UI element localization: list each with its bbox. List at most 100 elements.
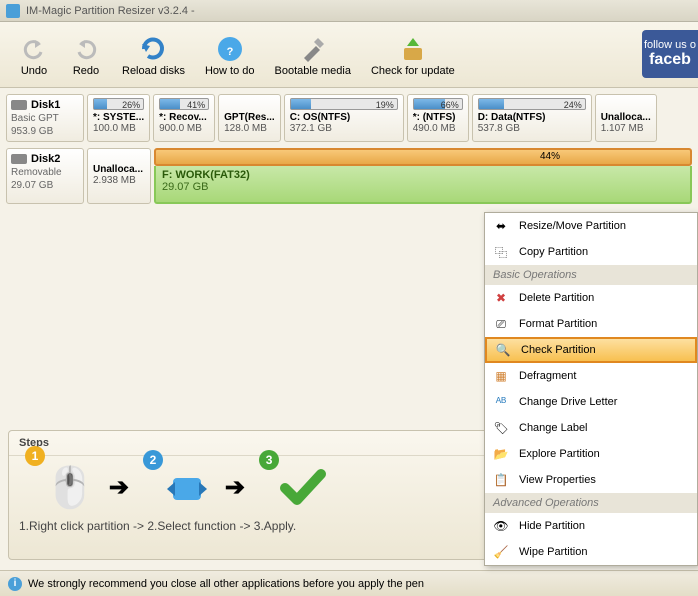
tools-icon bbox=[297, 33, 329, 65]
disk1-size: 953.9 GB bbox=[11, 126, 79, 137]
resize-icon bbox=[163, 468, 211, 508]
partition-box[interactable]: 26%*: SYSTE...100.0 MB bbox=[87, 94, 150, 142]
menu-resize-move[interactable]: ⬌Resize/Move Partition bbox=[485, 213, 697, 239]
disk2-info[interactable]: Disk2 Removable 29.07 GB bbox=[6, 148, 84, 204]
menu-check-partition[interactable]: 🔍Check Partition bbox=[485, 337, 697, 363]
disk1-info[interactable]: Disk1 Basic GPT 953.9 GB bbox=[6, 94, 84, 142]
resize-icon: ⬌ bbox=[493, 218, 509, 234]
disk2-usage-bar: 44% bbox=[154, 148, 692, 166]
help-icon: ? bbox=[214, 33, 246, 65]
disk-icon bbox=[11, 154, 27, 164]
menu-change-drive-letter[interactable]: ᴬᴮChange Drive Letter bbox=[485, 389, 697, 415]
work-label: F: WORK(FAT32) bbox=[162, 169, 684, 181]
redo-button[interactable]: Redo bbox=[60, 29, 112, 81]
menu-view-properties[interactable]: 📋View Properties bbox=[485, 467, 697, 493]
menu-section-advanced: Advanced Operations bbox=[485, 493, 697, 513]
redo-label: Redo bbox=[73, 65, 99, 77]
menu-section-basic: Basic Operations bbox=[485, 265, 697, 285]
facebook-button[interactable]: follow us o faceb bbox=[642, 30, 698, 78]
partition-box[interactable]: 24%D: Data(NTFS)537.8 GB bbox=[472, 94, 592, 142]
arrow-icon: ➔ bbox=[109, 473, 129, 502]
disk1-name: Disk1 bbox=[31, 99, 60, 111]
undo-icon bbox=[18, 33, 50, 65]
work-size: 29.07 GB bbox=[162, 181, 684, 193]
format-icon: ⎚ bbox=[493, 316, 509, 332]
usage-bar: 26% bbox=[93, 98, 144, 110]
disk1-row: Disk1 Basic GPT 953.9 GB 26%*: SYSTE...1… bbox=[6, 94, 692, 142]
menu-copy-partition[interactable]: ⿻Copy Partition bbox=[485, 239, 697, 265]
step-3-badge: 3 bbox=[259, 450, 279, 470]
menu-defragment[interactable]: ▦Defragment bbox=[485, 363, 697, 389]
partition-size: 900.0 MB bbox=[159, 123, 209, 134]
partition-box[interactable]: Unalloca...1.107 MB bbox=[595, 94, 657, 142]
partition-box[interactable]: 41%*: Recov...900.0 MB bbox=[153, 94, 215, 142]
usage-bar: 19% bbox=[290, 98, 398, 110]
partition-label: *: (NTFS) bbox=[413, 112, 463, 123]
partition-box[interactable]: GPT(Res...128.0 MB bbox=[218, 94, 281, 142]
howto-button[interactable]: ? How to do bbox=[195, 29, 265, 81]
pct-label: 26% bbox=[122, 99, 140, 111]
hide-icon: 👁 bbox=[493, 518, 509, 534]
delete-icon: ✖ bbox=[493, 290, 509, 306]
defrag-icon: ▦ bbox=[493, 368, 509, 384]
menu-format-partition[interactable]: ⎚Format Partition bbox=[485, 311, 697, 337]
disk-icon bbox=[11, 100, 27, 110]
partition-size: 372.1 GB bbox=[290, 123, 398, 134]
check-update-button[interactable]: Check for update bbox=[361, 29, 465, 81]
app-icon bbox=[6, 4, 20, 18]
disk2-type: Removable bbox=[11, 167, 79, 178]
disk2-name: Disk2 bbox=[31, 153, 60, 165]
menu-delete-partition[interactable]: ✖Delete Partition bbox=[485, 285, 697, 311]
pct-label: 24% bbox=[564, 99, 582, 111]
unalloc-label: Unalloca... bbox=[93, 164, 145, 175]
partition-size: 128.0 MB bbox=[224, 123, 275, 134]
menu-hide-partition[interactable]: 👁Hide Partition bbox=[485, 513, 697, 539]
menu-explore-partition[interactable]: 📂Explore Partition bbox=[485, 441, 697, 467]
pct-label: 19% bbox=[376, 99, 394, 111]
partition-size: 100.0 MB bbox=[93, 123, 144, 134]
menu-wipe-partition[interactable]: 🧹Wipe Partition bbox=[485, 539, 697, 565]
svg-text:?: ? bbox=[226, 46, 233, 58]
partition-size: 1.107 MB bbox=[601, 123, 651, 134]
step-1-badge: 1 bbox=[25, 446, 45, 466]
partition-size: 537.8 GB bbox=[478, 123, 586, 134]
reload-icon bbox=[137, 33, 169, 65]
partition-box[interactable]: 19%C: OS(NTFS)372.1 GB bbox=[284, 94, 404, 142]
context-menu: ⬌Resize/Move Partition ⿻Copy Partition B… bbox=[484, 212, 698, 566]
bootable-media-button[interactable]: Bootable media bbox=[265, 29, 361, 81]
toolbar: Undo Redo Reload disks ? How to do Boota… bbox=[0, 22, 698, 88]
usage-bar: 41% bbox=[159, 98, 209, 110]
disk2-unalloc[interactable]: Unalloca... 2.938 MB bbox=[87, 148, 151, 204]
partition-label: C: OS(NTFS) bbox=[290, 112, 398, 123]
redo-icon bbox=[70, 33, 102, 65]
disk2-row: Disk2 Removable 29.07 GB Unalloca... 2.9… bbox=[6, 148, 692, 204]
mouse-icon: 🖱️ bbox=[45, 464, 95, 511]
bootable-label: Bootable media bbox=[275, 65, 351, 77]
fb-text: faceb bbox=[649, 51, 691, 69]
info-icon: i bbox=[8, 577, 22, 591]
wipe-icon: 🧹 bbox=[493, 544, 509, 560]
partition-label: *: Recov... bbox=[159, 112, 209, 123]
label-icon: 🏷 bbox=[493, 420, 509, 436]
titlebar: IM-Magic Partition Resizer v3.2.4 - bbox=[0, 0, 698, 22]
app-title: IM-Magic Partition Resizer v3.2.4 - bbox=[26, 5, 195, 17]
disk2-partition-f[interactable]: 44% F: WORK(FAT32) 29.07 GB bbox=[154, 148, 692, 204]
unalloc-size: 2.938 MB bbox=[93, 175, 145, 186]
undo-button[interactable]: Undo bbox=[8, 29, 60, 81]
undo-label: Undo bbox=[21, 65, 47, 77]
fb-follow-text: follow us o bbox=[644, 39, 696, 51]
partition-size: 490.0 MB bbox=[413, 123, 463, 134]
statusbar: i We strongly recommend you close all ot… bbox=[0, 570, 698, 596]
letter-icon: ᴬᴮ bbox=[493, 394, 509, 410]
reload-disks-button[interactable]: Reload disks bbox=[112, 29, 195, 81]
disk1-type: Basic GPT bbox=[11, 113, 79, 124]
reload-label: Reload disks bbox=[122, 65, 185, 77]
partition-box[interactable]: 66%*: (NTFS)490.0 MB bbox=[407, 94, 469, 142]
properties-icon: 📋 bbox=[493, 472, 509, 488]
disk2-size: 29.07 GB bbox=[11, 180, 79, 191]
update-label: Check for update bbox=[371, 65, 455, 77]
pct-label: 66% bbox=[441, 99, 459, 111]
pct-label: 41% bbox=[187, 99, 205, 111]
check-icon bbox=[279, 468, 327, 508]
menu-change-label[interactable]: 🏷Change Label bbox=[485, 415, 697, 441]
